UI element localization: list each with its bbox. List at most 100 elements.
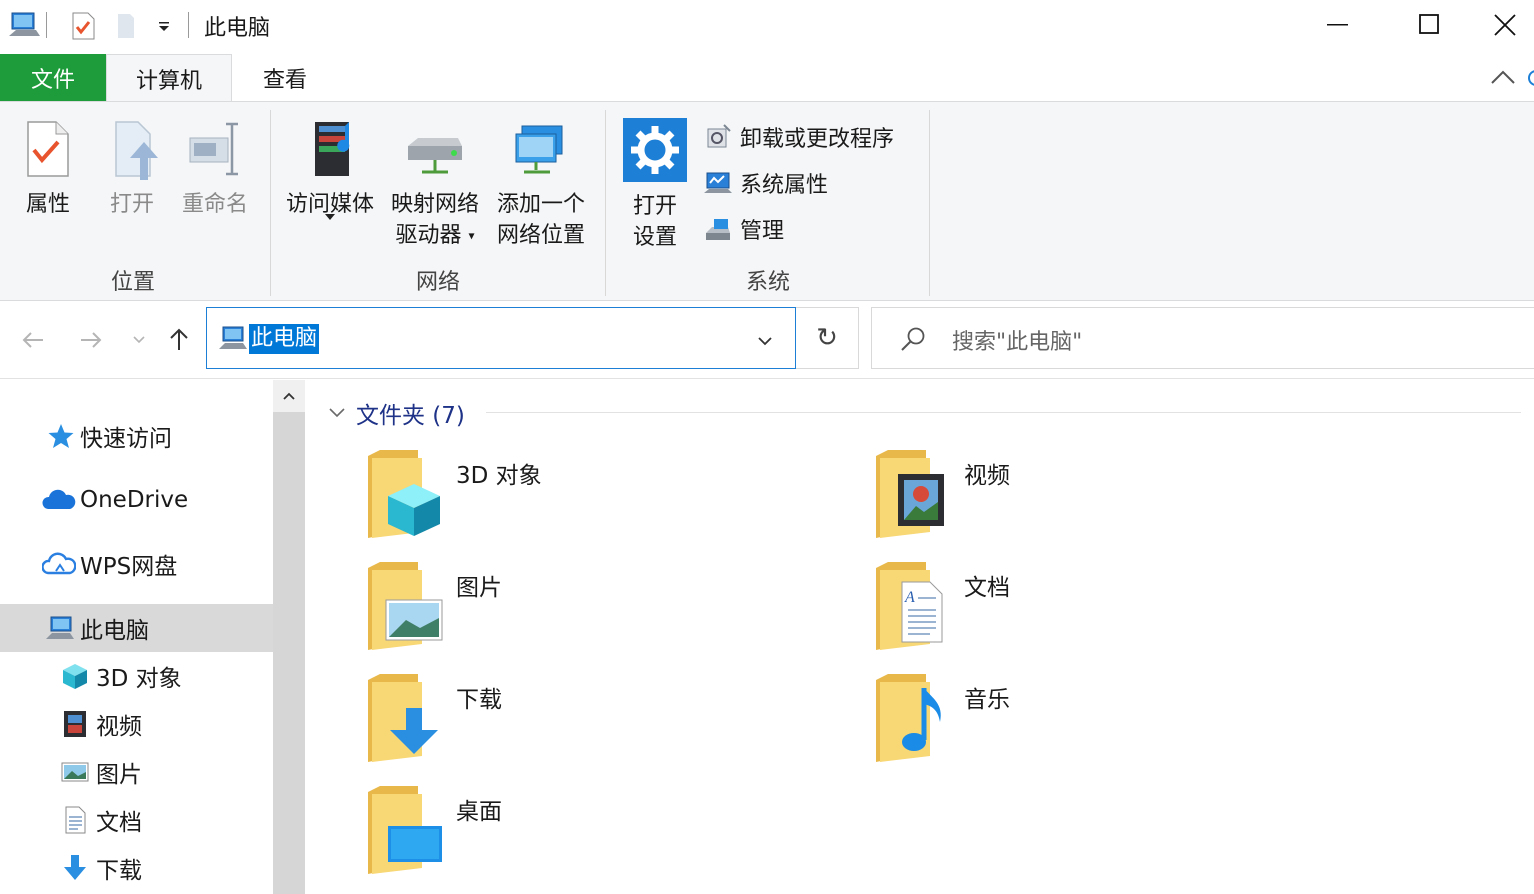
- collapse-ribbon-icon[interactable]: [1490, 68, 1516, 90]
- uninstall-label: 卸载或更改程序: [740, 127, 895, 152]
- wps-cloud-icon: [42, 552, 76, 575]
- close-icon: [1494, 14, 1516, 36]
- scroll-up-button[interactable]: [273, 380, 305, 412]
- folder-label: 桌面: [456, 799, 502, 825]
- refresh-icon: ↻: [816, 323, 838, 353]
- qat-dropdown-icon[interactable]: [156, 14, 172, 38]
- address-row: 此电脑 ↻ 搜索"此电脑": [0, 301, 1534, 379]
- chevron-down-icon: [329, 408, 345, 418]
- rename-label: 重命名: [181, 192, 248, 217]
- nav-item-pictures[interactable]: 图片: [0, 748, 273, 796]
- address-path[interactable]: 此电脑: [249, 324, 320, 354]
- video-film-icon: [64, 711, 86, 737]
- up-button[interactable]: [162, 323, 196, 357]
- folders-group-header[interactable]: 文件夹 (7): [328, 396, 465, 430]
- nav-scrollbar[interactable]: [273, 380, 305, 894]
- nav-label: WPS网盘: [80, 554, 178, 580]
- nav-item-wps[interactable]: WPS网盘: [0, 540, 273, 588]
- svg-text:A: A: [904, 589, 915, 606]
- access-media-button[interactable]: 访问媒体: [280, 116, 380, 222]
- rename-icon: [189, 122, 238, 176]
- nav-item-videos[interactable]: 视频: [0, 700, 273, 748]
- folder-3d-objects[interactable]: 3D 对象: [366, 450, 786, 550]
- nav-item-onedrive[interactable]: OneDrive: [0, 476, 273, 524]
- map-drive-label-2: 驱动器 ▾: [395, 223, 475, 248]
- group-separator: [929, 110, 930, 296]
- recent-locations-button[interactable]: [124, 323, 154, 357]
- folder-label: 下载: [456, 687, 502, 713]
- nav-label: 快速访问: [80, 426, 172, 452]
- close-button[interactable]: [1476, 0, 1534, 50]
- refresh-button[interactable]: ↻: [796, 307, 859, 369]
- forward-button[interactable]: [74, 323, 108, 357]
- folder-label: 3D 对象: [456, 463, 542, 489]
- folder-videos[interactable]: 视频: [874, 450, 1294, 550]
- nav-item-downloads[interactable]: 下载: [0, 844, 273, 892]
- group-label-location: 位置: [110, 270, 155, 295]
- back-button[interactable]: [16, 323, 50, 357]
- ribbon-panel: 属性 打开 重命名 位置 访问媒体 映射网络 驱动器 ▾ 添加一个 网络位置 网…: [0, 101, 1534, 301]
- nav-label: 图片: [96, 762, 142, 788]
- tab-computer[interactable]: 计算机: [106, 54, 232, 103]
- properties-label: 属性: [25, 192, 70, 217]
- open-button[interactable]: 打开: [98, 118, 166, 220]
- nav-item-3d-objects[interactable]: 3D 对象: [0, 652, 273, 700]
- nav-label: 下载: [96, 858, 142, 884]
- group-separator: [270, 110, 271, 296]
- tab-view[interactable]: 查看: [232, 54, 338, 102]
- picture-icon: [61, 762, 89, 782]
- rename-button[interactable]: 重命名: [176, 118, 254, 220]
- uninstall-program-button[interactable]: 卸载或更改程序: [704, 120, 894, 154]
- manage-button[interactable]: 管理: [704, 212, 784, 246]
- minimize-button[interactable]: [1292, 0, 1384, 50]
- map-network-drive-button[interactable]: 映射网络 驱动器 ▾: [384, 116, 486, 252]
- nav-item-quick-access[interactable]: 快速访问: [0, 412, 273, 460]
- group-divider: [486, 412, 1521, 413]
- title-bar: 此电脑: [0, 0, 1534, 52]
- chevron-up-icon: [283, 392, 295, 400]
- folder-pictures[interactable]: 图片: [366, 562, 786, 662]
- network-location-icon: [515, 125, 563, 174]
- help-icon[interactable]: [1528, 68, 1534, 92]
- folder-label: 图片: [456, 575, 502, 601]
- maximize-button[interactable]: [1384, 0, 1476, 50]
- search-input[interactable]: 搜索"此电脑": [871, 307, 1534, 369]
- open-icon: [115, 121, 158, 180]
- system-properties-button[interactable]: 系统属性: [704, 166, 828, 200]
- search-placeholder: 搜索"此电脑": [952, 330, 1083, 355]
- properties-button[interactable]: 属性: [14, 118, 82, 220]
- folder-3d-objects-icon: [368, 450, 440, 538]
- document-icon: [65, 806, 86, 834]
- open-settings-button[interactable]: 打开 设置: [618, 118, 692, 253]
- folder-label: 文档: [964, 575, 1010, 601]
- window-title: 此电脑: [204, 16, 271, 41]
- nav-item-this-pc[interactable]: 此电脑: [0, 604, 273, 652]
- folder-desktop[interactable]: 桌面: [366, 786, 786, 886]
- address-dropdown-icon[interactable]: [757, 332, 773, 351]
- folder-music[interactable]: 音乐: [874, 674, 1294, 774]
- group-label-network: 网络: [415, 270, 460, 295]
- this-pc-icon[interactable]: [6, 10, 40, 44]
- up-arrow-icon: [170, 328, 188, 350]
- folder-label: 音乐: [964, 687, 1010, 713]
- properties-qat-icon[interactable]: [70, 12, 96, 44]
- new-folder-qat-icon[interactable]: [116, 12, 136, 44]
- open-settings-label-1: 打开: [632, 194, 677, 219]
- this-pc-icon: [46, 616, 74, 639]
- group-header-label: 文件夹 (7): [356, 403, 465, 429]
- folder-downloads[interactable]: 下载: [366, 674, 786, 774]
- group-label-system: 系统: [745, 270, 790, 295]
- address-bar[interactable]: 此电脑: [206, 307, 796, 369]
- star-icon: [48, 424, 74, 448]
- tab-file[interactable]: 文件: [0, 54, 106, 102]
- nav-item-documents[interactable]: 文档: [0, 796, 273, 844]
- add-network-location-button[interactable]: 添加一个 网络位置: [490, 116, 592, 251]
- cube-3d-icon: [63, 664, 87, 689]
- folder-documents[interactable]: A 文档: [874, 562, 1294, 662]
- onedrive-cloud-icon: [42, 489, 76, 509]
- forward-arrow-icon: [81, 332, 102, 348]
- group-separator: [605, 110, 606, 296]
- nav-label: 此电脑: [80, 618, 149, 644]
- download-arrow-icon: [64, 855, 86, 880]
- folder-label: 视频: [964, 463, 1010, 489]
